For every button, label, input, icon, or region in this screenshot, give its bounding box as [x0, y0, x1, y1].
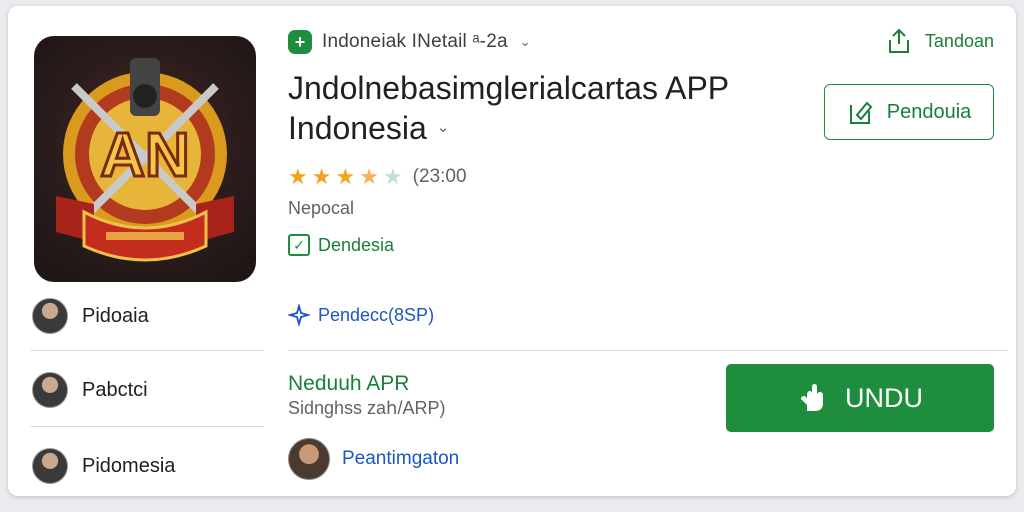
star-icon: ★	[335, 164, 356, 189]
app-detail-card: AN + Indoneiak INetail ᵃ-2a ⌄ Tandoan Jn…	[8, 6, 1016, 496]
details-link[interactable]: Pendecc(8SP)	[288, 304, 434, 326]
star-icon: ★	[311, 164, 332, 189]
sidebar-item-1[interactable]: Pidoaia	[32, 298, 149, 334]
sidebar-item-3[interactable]: Pidomesia	[32, 448, 175, 484]
avatar	[32, 372, 68, 408]
bookmark-icon	[849, 101, 873, 124]
developer-row[interactable]: + Indoneiak INetail ᵃ-2a ⌄	[288, 28, 531, 56]
divider	[30, 350, 264, 351]
wishlist-button[interactable]: Pendouia	[824, 84, 994, 140]
star-empty-icon: ★	[382, 164, 403, 189]
developer-profile[interactable]: Peantimgaton	[288, 438, 459, 480]
plus-badge-icon: +	[288, 30, 312, 54]
app-icon[interactable]: AN	[34, 36, 256, 282]
install-label: UNDU	[845, 382, 923, 413]
section-title: Neduuh APR	[288, 372, 410, 395]
sidebar-item-2[interactable]: Pabctci	[32, 372, 148, 408]
avatar	[32, 298, 68, 334]
sparkle-icon	[288, 304, 310, 326]
star-half-icon: ★	[359, 164, 379, 189]
sidebar-item-label: Pidomesia	[82, 454, 176, 477]
checkbox-icon: ✓	[288, 234, 310, 256]
details-link-label: Pendecc(8SP)	[318, 304, 435, 325]
section-subtitle: Sidnghss zaհ/ARP)	[288, 398, 446, 418]
country-label: Dendesia	[318, 234, 395, 255]
developer-profile-name: Peantimgaton	[342, 448, 460, 469]
hand-icon	[801, 384, 823, 411]
divider	[30, 426, 264, 427]
chevron-down-icon[interactable]: ⌄	[520, 34, 531, 50]
country-tag[interactable]: ✓ Dendesia	[288, 234, 394, 256]
app-title: Jndolnebasimglerialcartas APP Indonesia …	[288, 68, 798, 148]
share-icon	[888, 28, 909, 53]
rating-count: (23:00	[412, 166, 467, 187]
share-label: Tandoan	[924, 30, 994, 51]
install-button[interactable]: UNDU	[726, 364, 994, 432]
share-button[interactable]: Tandoan	[887, 28, 994, 54]
rating-row: ★ ★ ★ ★ ★ (23:00	[288, 166, 467, 188]
avatar	[288, 438, 330, 480]
wishlist-label: Pendouia	[886, 100, 972, 123]
divider	[288, 350, 1008, 351]
app-title-line1: Jndolnebasimglerialcartas APP	[288, 70, 730, 106]
sidebar-item-label: Pabctci	[82, 378, 148, 401]
avatar	[32, 448, 68, 484]
chevron-down-icon[interactable]: ⌄	[437, 108, 450, 148]
star-icon: ★	[288, 164, 308, 189]
svg-text:AN: AN	[100, 121, 190, 190]
app-category: Nepocal	[288, 198, 355, 218]
app-title-line2: Indonesia	[288, 110, 427, 146]
developer-name[interactable]: Indoneiak INetail ᵃ-2a	[322, 31, 508, 53]
sidebar-item-label: Pidoaia	[82, 304, 149, 327]
